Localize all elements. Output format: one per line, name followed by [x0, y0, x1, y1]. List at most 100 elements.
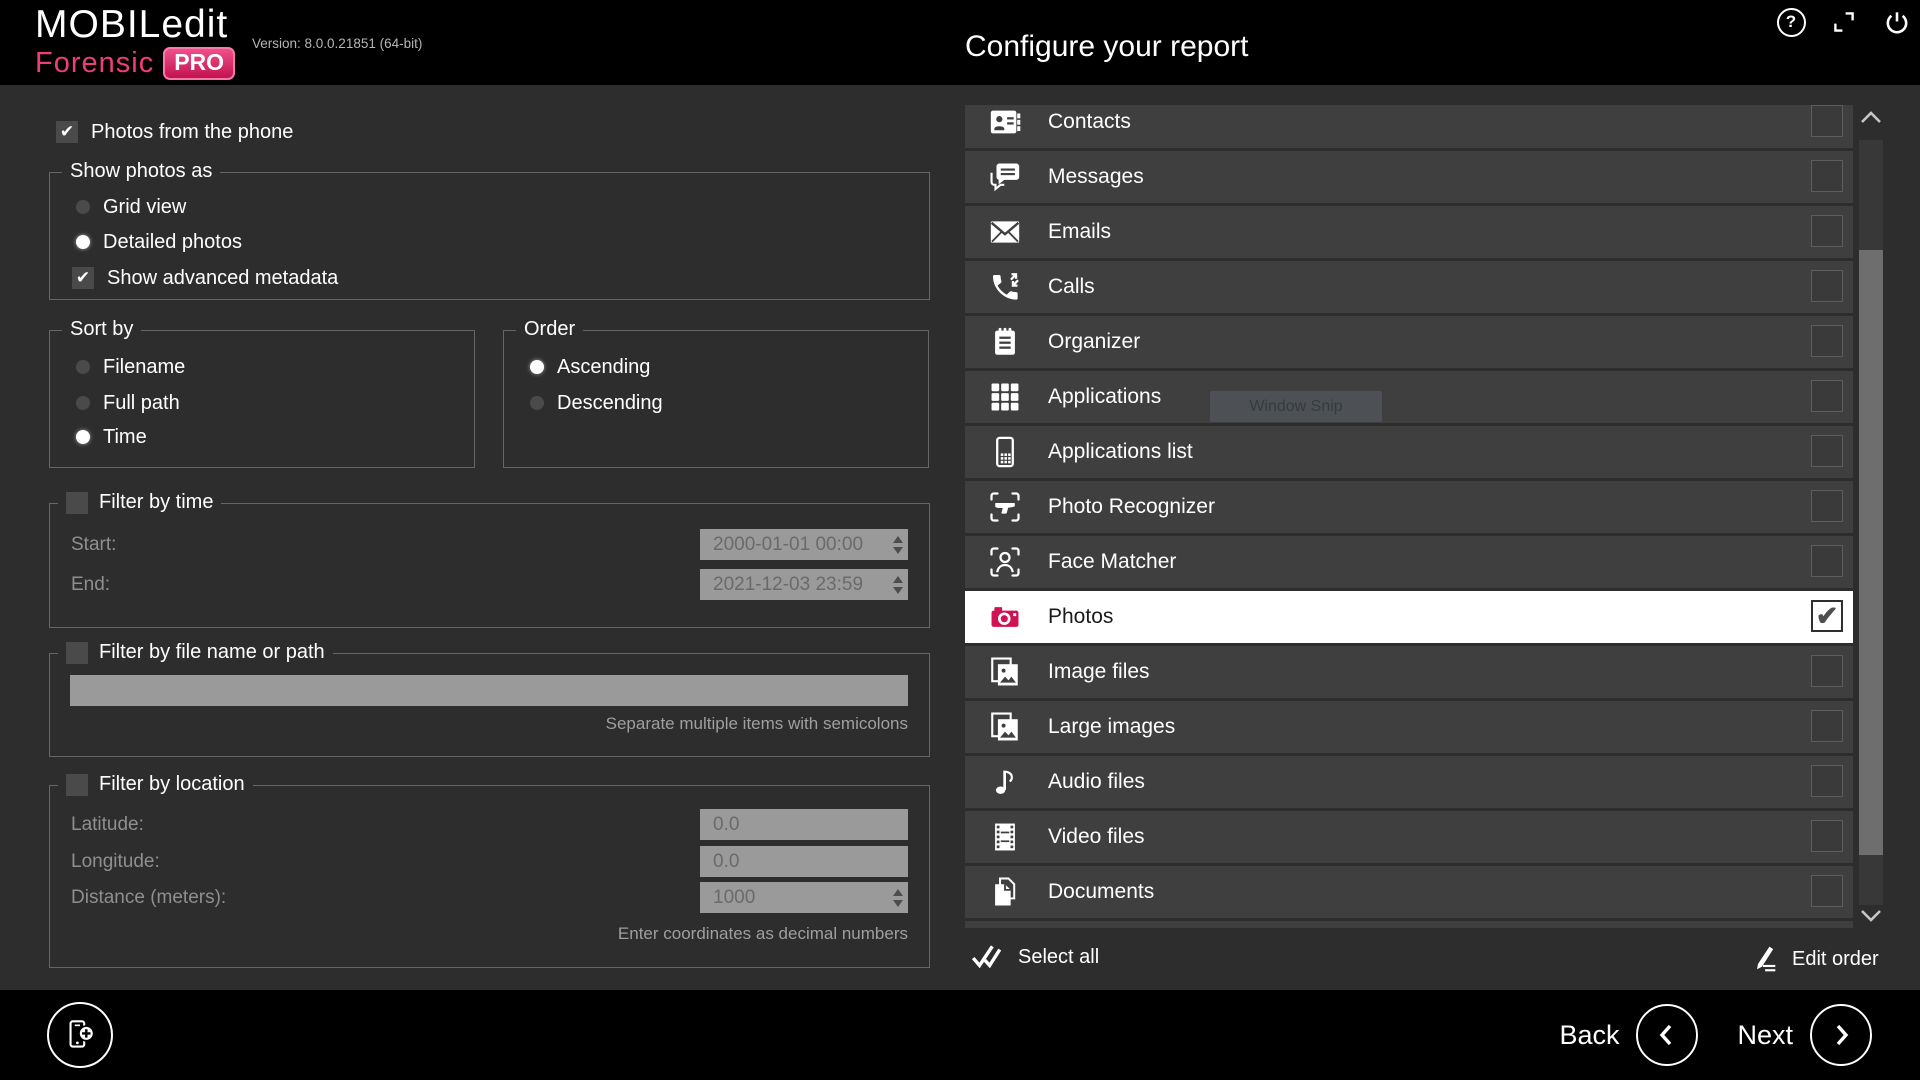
section-row-applications-list[interactable]: Applications list	[965, 426, 1853, 478]
section-checkbox[interactable]	[1811, 325, 1843, 357]
show-advanced-metadata-checkbox[interactable]: ✔	[72, 267, 94, 289]
grid-view-option[interactable]: Grid view	[76, 196, 186, 218]
sections-scrollbar[interactable]	[1856, 105, 1886, 928]
section-label: Calls	[1048, 275, 1095, 299]
help-button[interactable]: ?	[1776, 7, 1806, 37]
section-row-large-images[interactable]: Large images	[965, 701, 1853, 753]
longitude-value: 0.0	[713, 851, 739, 873]
photos-from-phone-option[interactable]: ✔ Photos from the phone	[56, 121, 293, 143]
section-row-image-files[interactable]: Image files	[965, 646, 1853, 698]
section-checkbox[interactable]	[1811, 490, 1843, 522]
section-label: Messages	[1048, 165, 1144, 189]
photos-from-phone-checkbox[interactable]: ✔	[56, 121, 78, 143]
section-checkbox[interactable]	[1811, 270, 1843, 302]
next-button[interactable]	[1810, 1004, 1872, 1066]
section-row-contacts[interactable]: Contacts	[965, 105, 1853, 148]
start-time-input[interactable]: 2000-01-01 00:00	[700, 529, 908, 560]
grid-view-radio[interactable]	[76, 200, 90, 214]
filter-by-location-group: Filter by location Latitude: 0.0 Longitu…	[49, 785, 930, 968]
filename-filter-input[interactable]	[70, 675, 908, 706]
select-all-button[interactable]: Select all	[970, 942, 1099, 972]
section-label: Emails	[1048, 220, 1111, 244]
filter-by-location-legend: Filter by location	[99, 773, 245, 796]
section-row-documents[interactable]: Documents	[965, 866, 1853, 918]
distance-spinner[interactable]	[893, 882, 903, 913]
descending-option[interactable]: Descending	[530, 392, 663, 414]
filename-filter-hint: Separate multiple items with semicolons	[606, 714, 908, 734]
ascending-radio[interactable]	[530, 360, 544, 374]
section-checkbox[interactable]	[1811, 655, 1843, 687]
end-time-input[interactable]: 2021-12-03 23:59	[700, 569, 908, 600]
section-checkbox[interactable]	[1811, 820, 1843, 852]
end-time-spinner[interactable]	[893, 569, 903, 600]
sort-by-group: Sort by Filename Full path Time	[49, 330, 475, 468]
ascending-option[interactable]: Ascending	[530, 356, 650, 378]
distance-label: Distance (meters):	[71, 887, 226, 909]
power-button[interactable]	[1882, 7, 1912, 37]
filter-by-location-checkbox[interactable]	[66, 774, 88, 796]
full-path-option[interactable]: Full path	[76, 392, 180, 414]
section-row-calls[interactable]: Calls	[965, 261, 1853, 313]
resize-window-button[interactable]	[1829, 7, 1859, 37]
filter-by-filename-checkbox[interactable]	[66, 642, 88, 664]
show-advanced-metadata-option[interactable]: ✔ Show advanced metadata	[72, 267, 338, 289]
connect-phone-button[interactable]	[47, 1002, 113, 1068]
section-row-organizer[interactable]: Organizer	[965, 316, 1853, 368]
order-legend: Order	[516, 318, 583, 341]
resize-corners-icon	[1830, 8, 1858, 36]
section-checkbox[interactable]: ✔	[1811, 600, 1843, 632]
filename-option[interactable]: Filename	[76, 356, 185, 378]
edit-order-button[interactable]: Edit order	[1748, 944, 1879, 974]
back-button[interactable]	[1636, 1004, 1698, 1066]
section-row-photos[interactable]: Photos✔	[965, 591, 1853, 643]
applications-list-icon	[987, 434, 1023, 470]
scroll-thumb[interactable]	[1859, 250, 1883, 855]
section-checkbox[interactable]	[1811, 215, 1843, 247]
section-row-face-matcher[interactable]: Face Matcher	[965, 536, 1853, 588]
section-checkbox[interactable]	[1811, 875, 1843, 907]
distance-input[interactable]: 1000	[700, 882, 908, 913]
filter-by-time-group: Filter by time Start: 2000-01-01 00:00 E…	[49, 503, 930, 628]
time-option[interactable]: Time	[76, 426, 147, 448]
section-row-messages[interactable]: Messages	[965, 151, 1853, 203]
latitude-label: Latitude:	[71, 814, 144, 836]
filter-by-filename-legend: Filter by file name or path	[99, 641, 325, 664]
section-row-partial[interactable]	[965, 921, 1853, 928]
section-row-applications[interactable]: Applications	[965, 371, 1853, 423]
full-path-radio[interactable]	[76, 396, 90, 410]
latitude-value: 0.0	[713, 814, 739, 836]
section-checkbox[interactable]	[1811, 105, 1843, 137]
face-matcher-icon	[987, 544, 1023, 580]
detailed-photos-radio[interactable]	[76, 235, 90, 249]
scroll-down-button[interactable]	[1856, 904, 1886, 928]
detailed-photos-option[interactable]: Detailed photos	[76, 231, 242, 253]
documents-icon	[987, 874, 1023, 910]
section-row-emails[interactable]: Emails	[965, 206, 1853, 258]
filename-radio[interactable]	[76, 360, 90, 374]
photo-recognizer-icon	[987, 489, 1023, 525]
longitude-input[interactable]: 0.0	[700, 846, 908, 877]
start-time-spinner[interactable]	[893, 529, 903, 560]
descending-radio[interactable]	[530, 396, 544, 410]
scroll-up-button[interactable]	[1856, 105, 1886, 129]
show-photos-as-group: Show photos as Grid view Detailed photos…	[49, 172, 930, 300]
edit-order-label: Edit order	[1792, 948, 1879, 971]
ascending-label: Ascending	[557, 356, 650, 379]
latitude-input[interactable]: 0.0	[700, 809, 908, 840]
section-checkbox[interactable]	[1811, 545, 1843, 577]
section-row-audio-files[interactable]: Audio files	[965, 756, 1853, 808]
section-checkbox[interactable]	[1811, 710, 1843, 742]
section-checkbox[interactable]	[1811, 380, 1843, 412]
section-checkbox[interactable]	[1811, 160, 1843, 192]
section-checkbox[interactable]	[1811, 765, 1843, 797]
section-row-photo-recognizer[interactable]: Photo Recognizer	[965, 481, 1853, 533]
section-label: Audio files	[1048, 770, 1145, 794]
section-checkbox[interactable]	[1811, 435, 1843, 467]
filter-by-time-checkbox[interactable]	[66, 492, 88, 514]
back-label: Back	[1559, 1020, 1619, 1051]
time-radio[interactable]	[76, 430, 90, 444]
show-photos-as-legend: Show photos as	[62, 160, 220, 183]
filter-by-time-legend: Filter by time	[99, 491, 213, 514]
chevron-left-icon	[1652, 1020, 1682, 1050]
section-row-video-files[interactable]: Video files	[965, 811, 1853, 863]
